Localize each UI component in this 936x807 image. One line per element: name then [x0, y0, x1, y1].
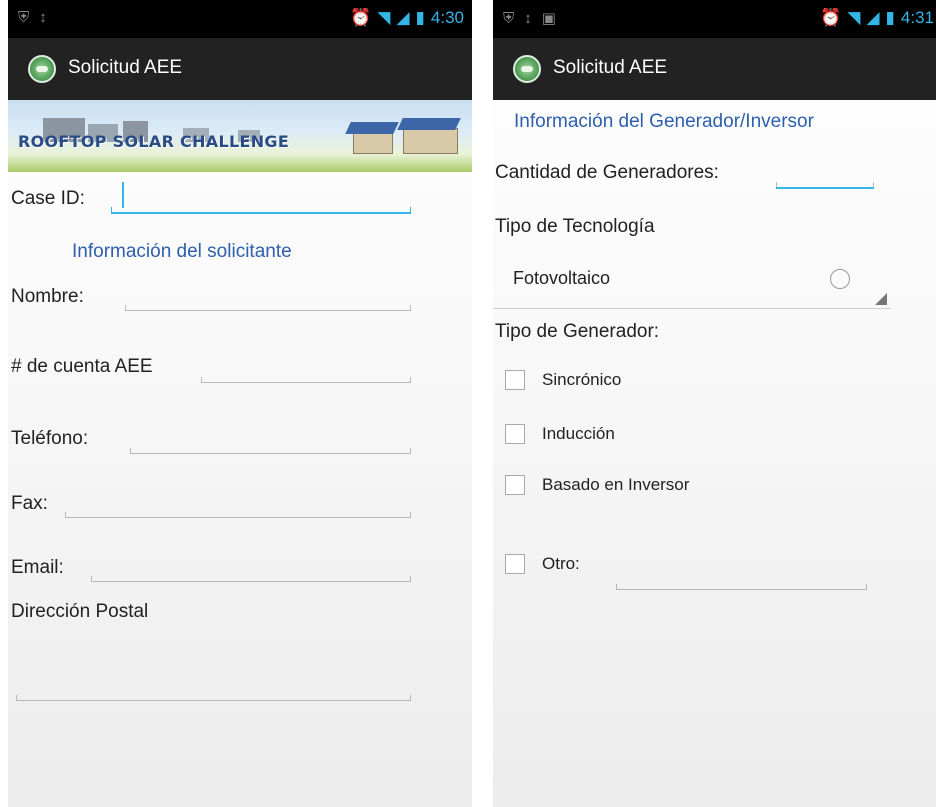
- phone-screen-right: ⛨ ↕ ▣ ⏰ ◥ ◢ ▮ 4:31 Solicitud AEE Informa…: [493, 0, 936, 807]
- checkbox-row-sincronico[interactable]: Sincrónico: [505, 370, 621, 390]
- rooftop-solar-banner: ROOFTOP SOLAR CHALLENGE: [8, 100, 472, 172]
- telefono-input[interactable]: [130, 446, 411, 454]
- status-time: 4:30: [430, 8, 464, 27]
- checkbox-row-induccion[interactable]: Inducción: [505, 424, 615, 444]
- alarm-icon: ⏰: [820, 8, 842, 27]
- cantidad-generadores-input[interactable]: [776, 181, 874, 189]
- phone-screen-left: ⛨ ↕ ⏰ ◥ ◢ ▮ 4:30 Solicitud AEE ROOFTOP S…: [8, 0, 472, 807]
- battery-icon: ▮: [415, 8, 425, 27]
- checkbox-row-otro[interactable]: Otro:: [505, 554, 580, 574]
- banner-title: ROOFTOP SOLAR CHALLENGE: [18, 132, 290, 151]
- notification-icon: ⛨: [503, 9, 515, 27]
- tipo-tecnologia-label: Tipo de Tecnología: [495, 216, 655, 237]
- signal-icon: ◢: [396, 8, 410, 27]
- app-logo-icon[interactable]: [513, 55, 541, 83]
- app-title: Solicitud AEE: [68, 57, 183, 78]
- wifi-icon: ◥: [847, 8, 861, 27]
- status-time: 4:31: [900, 8, 934, 27]
- image-icon: ▣: [541, 10, 556, 27]
- sincronico-label: Sincrónico: [542, 370, 622, 389]
- usb-icon: ↕: [524, 9, 532, 27]
- status-bar: ⛨ ↕ ⏰ ◥ ◢ ▮ 4:30: [8, 0, 472, 38]
- direccion-postal-input[interactable]: [16, 693, 411, 701]
- inversor-label: Basado en Inversor: [542, 475, 690, 494]
- battery-icon: ▮: [885, 8, 895, 27]
- fax-input[interactable]: [65, 510, 411, 518]
- induccion-label: Inducción: [542, 424, 615, 443]
- telefono-label: Teléfono:: [11, 428, 89, 449]
- action-bar: Solicitud AEE: [8, 38, 472, 100]
- cuenta-aee-input[interactable]: [201, 375, 411, 383]
- wifi-icon: ◥: [377, 8, 391, 27]
- dropdown-arrow-icon: [875, 293, 887, 305]
- case-id-input[interactable]: [111, 206, 411, 214]
- app-logo-icon[interactable]: [28, 55, 56, 83]
- status-bar: ⛨ ↕ ▣ ⏰ ◥ ◢ ▮ 4:31: [493, 0, 936, 38]
- nombre-label: Nombre:: [11, 286, 84, 307]
- otro-label: Otro:: [542, 554, 580, 573]
- cantidad-generadores-label: Cantidad de Generadores:: [495, 162, 719, 183]
- app-title: Solicitud AEE: [553, 57, 668, 78]
- section-title-applicant: Información del solicitante: [72, 241, 292, 262]
- text-cursor: [122, 182, 124, 208]
- tecnologia-spinner[interactable]: Fotovoltaico: [493, 253, 891, 309]
- otro-checkbox[interactable]: [505, 554, 525, 574]
- inversor-checkbox[interactable]: [505, 475, 525, 495]
- usb-icon: ↕: [39, 9, 47, 26]
- checkbox-row-inversor[interactable]: Basado en Inversor: [505, 475, 689, 495]
- radio-button-icon[interactable]: [830, 269, 850, 289]
- tecnologia-selected-value: Fotovoltaico: [513, 268, 611, 288]
- direccion-postal-label: Dirección Postal: [11, 601, 149, 622]
- tipo-generador-label: Tipo de Generador:: [495, 321, 660, 342]
- sincronico-checkbox[interactable]: [505, 370, 525, 390]
- induccion-checkbox[interactable]: [505, 424, 525, 444]
- section-title-generator: Información del Generador/Inversor: [514, 111, 814, 132]
- email-input[interactable]: [91, 574, 411, 582]
- cuenta-aee-label: # de cuenta AEE: [11, 356, 153, 377]
- alarm-icon: ⏰: [350, 8, 372, 27]
- fax-label: Fax:: [11, 493, 48, 514]
- otro-input[interactable]: [616, 582, 867, 590]
- email-label: Email:: [11, 557, 64, 578]
- signal-icon: ◢: [866, 8, 880, 27]
- case-id-label: Case ID:: [11, 188, 85, 209]
- action-bar: Solicitud AEE: [493, 38, 936, 100]
- notification-icon: ⛨: [18, 9, 30, 26]
- nombre-input[interactable]: [125, 303, 411, 311]
